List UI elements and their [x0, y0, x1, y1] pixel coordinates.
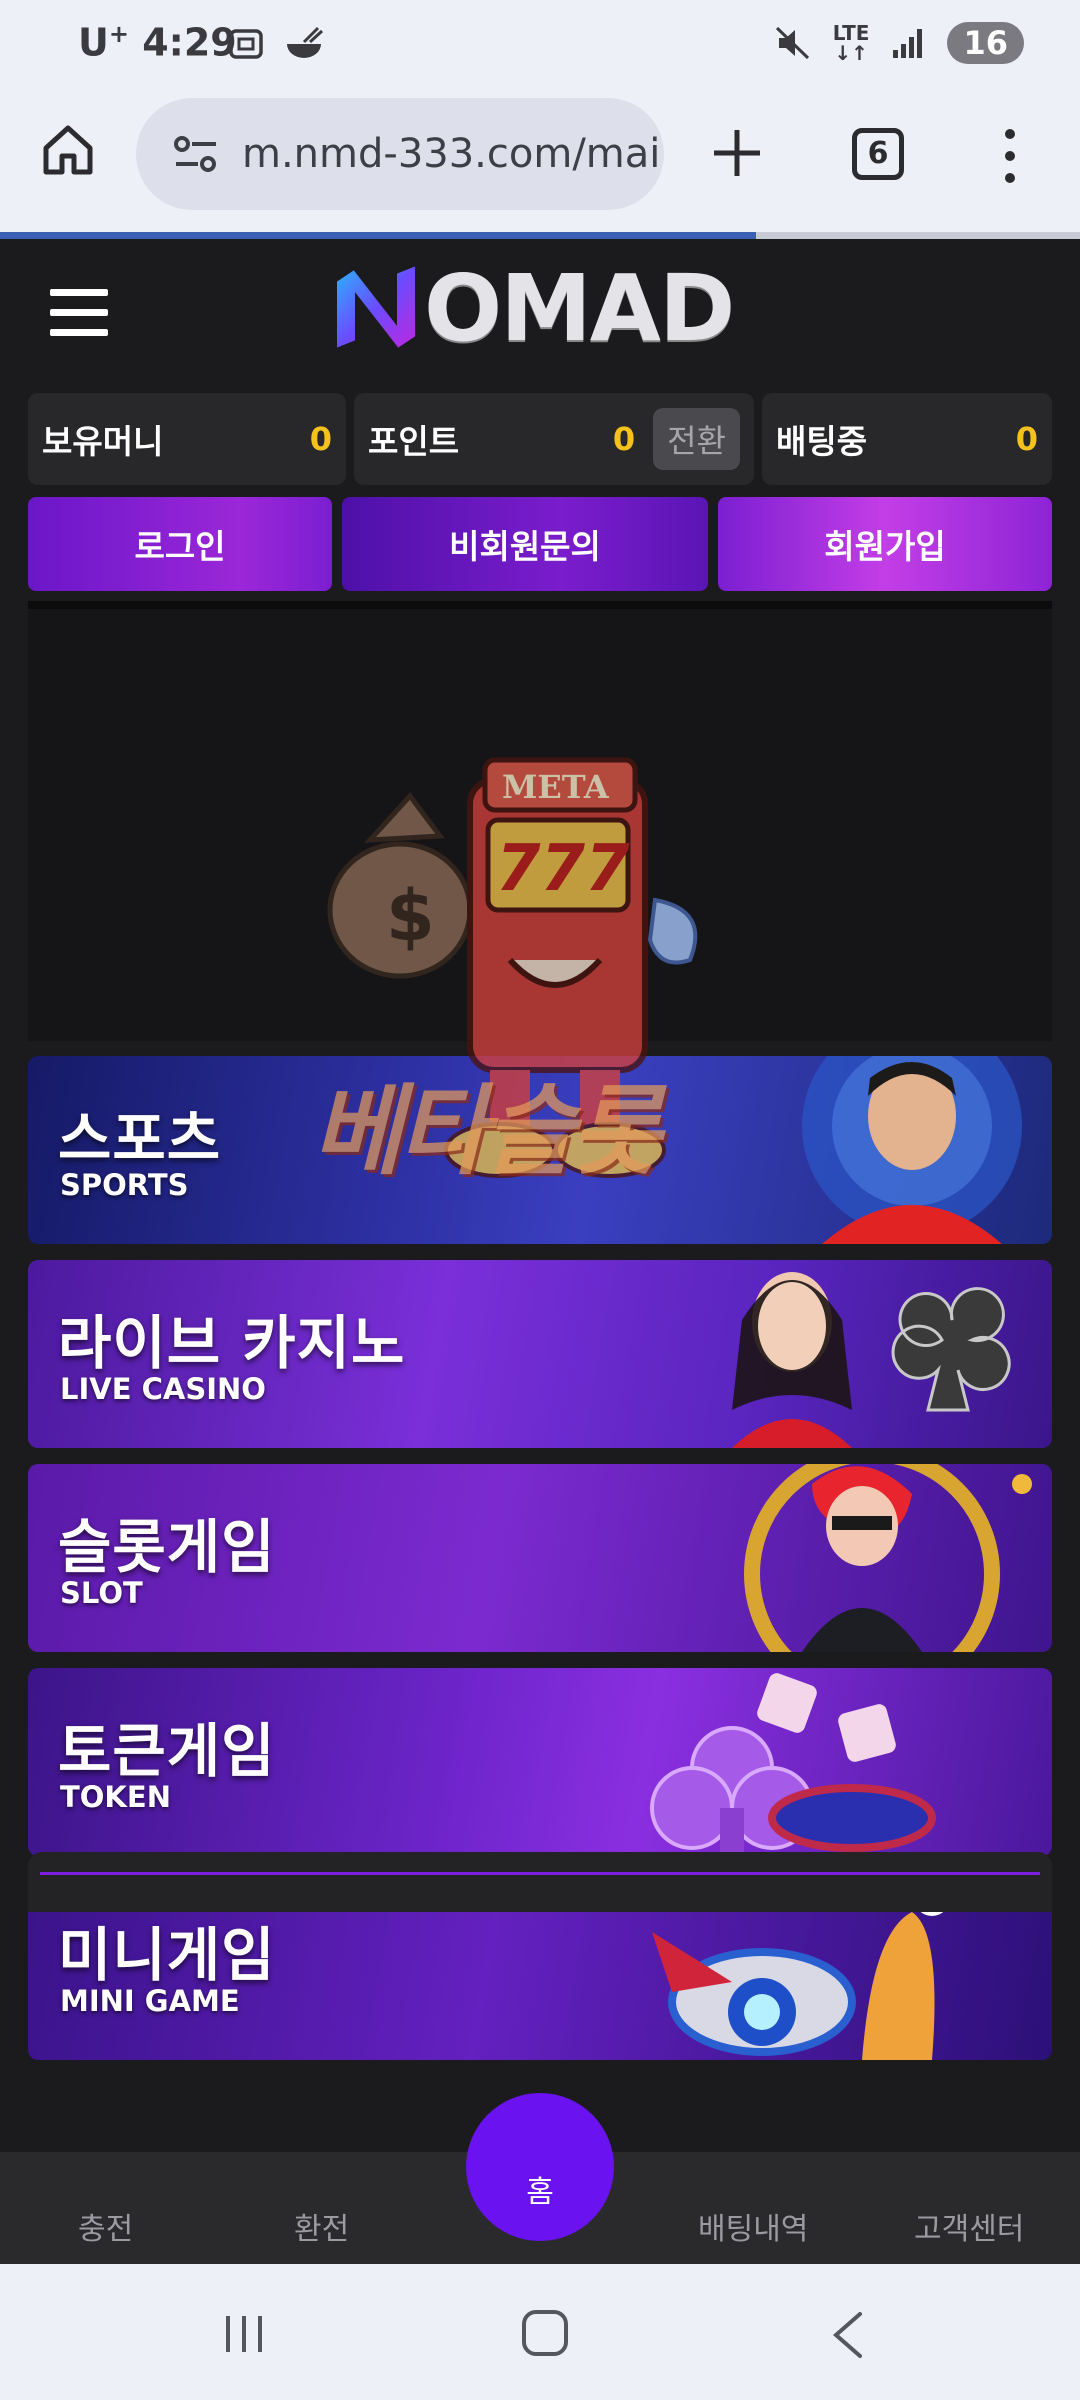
balance-money-box: 보유머니 0	[28, 393, 346, 485]
game-title-ko: 슬롯게임	[58, 1513, 276, 1581]
watermark-text: 베타슬롯	[312, 1075, 661, 1189]
game-title-en: MINI GAME	[60, 1984, 240, 2018]
back-icon[interactable]	[830, 2310, 866, 2360]
game-title-en: TOKEN	[60, 1780, 171, 1814]
recent-apps-icon[interactable]	[222, 2312, 266, 2356]
guest-inquiry-button[interactable]: 비회원문의	[342, 497, 708, 591]
nav-home-button[interactable]: 홈	[466, 2093, 614, 2241]
casino-dealer-art	[732, 1272, 1011, 1448]
food-bowl-icon	[287, 26, 324, 58]
nav-charge[interactable]: 충전	[78, 2204, 133, 2248]
game-card-token[interactable]: 토큰게임 TOKEN	[28, 1668, 1052, 1856]
browser-toolbar: m.nmd-333.com/mai 6	[0, 92, 1080, 234]
balance-betting-box: 배팅중 0	[762, 393, 1052, 485]
url-text: m.nmd-333.com/mai	[242, 131, 661, 177]
home-icon[interactable]	[40, 122, 96, 178]
system-nav-bar	[0, 2264, 1080, 2400]
site-logo[interactable]: OMAD	[326, 255, 735, 362]
signal-icon	[893, 29, 923, 58]
balance-money-value: 0	[309, 420, 332, 458]
balance-points-label: 포인트	[368, 422, 460, 461]
balance-points-value: 0	[612, 420, 636, 458]
nav-support[interactable]: 고객센터	[914, 2204, 1024, 2248]
login-button[interactable]: 로그인	[28, 497, 332, 591]
game-title-ko: 스포츠	[58, 1105, 222, 1173]
game-card-live-casino[interactable]: 라이브 카지노 LIVE CASINO	[28, 1260, 1052, 1448]
nav-bet-history[interactable]: 배팅내역	[698, 2204, 808, 2248]
balance-money-label: 보유머니	[42, 422, 164, 461]
watermark-sign-text: META	[502, 768, 610, 806]
battery-indicator: 16	[947, 22, 1024, 64]
clock: 4:29	[142, 20, 237, 65]
token-club-art	[650, 1673, 936, 1854]
nav-home-label: 홈	[526, 2175, 554, 2210]
slot-character-art	[744, 1464, 1032, 1652]
game-title-ko: 라이브 카지노	[58, 1309, 406, 1377]
game-title-en: LIVE CASINO	[60, 1372, 266, 1406]
svg-text:$: $	[386, 875, 435, 957]
page-load-progress	[0, 232, 1080, 239]
convert-points-button[interactable]: 전환	[653, 408, 740, 470]
new-tab-icon[interactable]	[710, 126, 764, 180]
screenshot-icon	[229, 29, 263, 59]
carrier-label: U+ 4:29	[78, 20, 237, 65]
logo-text: OMAD	[424, 255, 735, 362]
auth-buttons: 로그인 비회원문의 회원가입	[28, 497, 1052, 591]
footer-accent-line	[40, 1872, 1040, 1875]
address-bar[interactable]: m.nmd-333.com/mai	[136, 98, 664, 210]
page-load-progress-fill	[0, 232, 756, 239]
signup-button[interactable]: 회원가입	[718, 497, 1052, 591]
nav-exchange[interactable]: 환전	[294, 2204, 349, 2248]
watermark-mascot: $ META 777	[327, 757, 698, 1178]
hamburger-menu-icon[interactable]	[50, 289, 108, 337]
balance-betting-value: 0	[1015, 420, 1038, 458]
footer-panel	[28, 1852, 1052, 1912]
watermark-reels-text: 777	[496, 832, 630, 906]
status-bar: U+ 4:29 LTE ↓↑ 16	[0, 0, 1080, 92]
tab-switcher-button[interactable]: 6	[852, 128, 904, 180]
lte-indicator: LTE ↓↑	[832, 21, 870, 65]
game-title-ko: 토큰게임	[58, 1717, 276, 1785]
game-card-slot[interactable]: 슬롯게임 SLOT	[28, 1464, 1052, 1652]
mute-icon	[775, 26, 809, 60]
balance-points-box: 포인트 0 전환	[354, 393, 754, 485]
balance-bar: 보유머니 0 포인트 0 전환 배팅중 0	[28, 393, 1052, 485]
system-home-icon[interactable]	[522, 2310, 568, 2356]
balance-betting-label: 배팅중	[776, 422, 868, 461]
logo-n-mark	[335, 263, 417, 351]
game-title-en: SLOT	[60, 1576, 143, 1610]
game-title-en: SPORTS	[60, 1168, 189, 1202]
game-title-ko: 미니게임	[58, 1921, 276, 1989]
more-menu-icon[interactable]	[990, 126, 1030, 186]
site-settings-icon[interactable]	[172, 132, 220, 176]
